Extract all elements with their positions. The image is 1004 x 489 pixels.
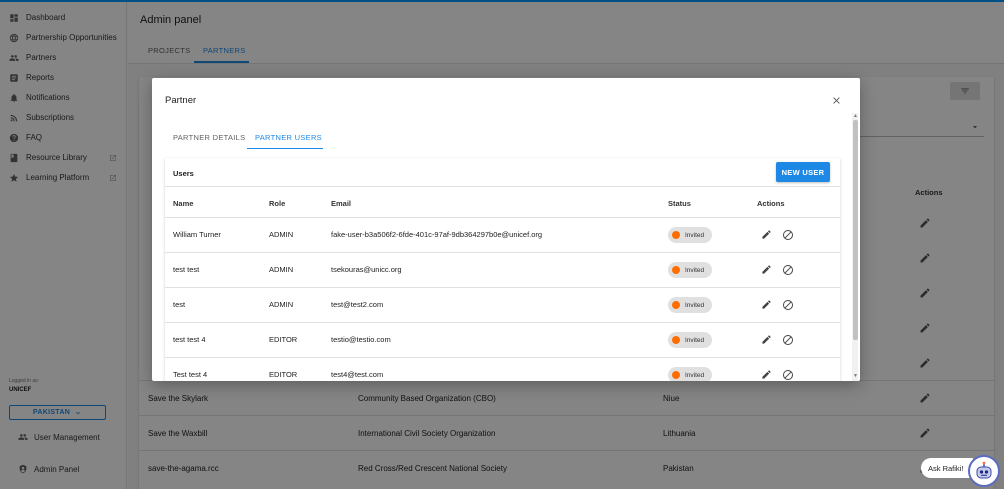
- scroll-down-arrow-icon[interactable]: ▼: [853, 374, 858, 379]
- user-email: tsekouras@unicc.org: [331, 265, 402, 274]
- user-name: test test: [173, 265, 200, 274]
- table-row: Test test 4 EDITOR test4@test.com Invite…: [165, 357, 840, 381]
- status-badge: Invited: [668, 297, 713, 313]
- table-row: test test 4 EDITOR testio@testio.com Inv…: [165, 322, 840, 357]
- edit-user-button[interactable]: [761, 299, 772, 310]
- pencil-icon: [762, 300, 771, 309]
- column-header-email: Email: [331, 199, 352, 208]
- user-email: testio@testio.com: [331, 335, 391, 344]
- user-role: ADMIN: [269, 265, 294, 274]
- column-header-actions: Actions: [757, 199, 785, 208]
- column-header-name: Name: [173, 199, 194, 208]
- divider: [165, 186, 840, 187]
- deactivate-user-button[interactable]: [782, 369, 794, 381]
- deactivate-user-button[interactable]: [782, 334, 794, 346]
- user-role: EDITOR: [269, 335, 298, 344]
- status-label: Invited: [685, 231, 705, 239]
- user-name: test: [173, 300, 186, 309]
- status-label: Invited: [685, 371, 705, 379]
- ask-rafiki-label: Ask Rafiki!: [928, 463, 964, 473]
- user-role: ADMIN: [269, 230, 294, 239]
- active-tab-indicator: [247, 148, 323, 149]
- robot-icon: [976, 461, 992, 479]
- partner-dialog: Partner PARTNER DETAILS PARTNER USERS Us…: [152, 78, 860, 381]
- user-name: test test 4: [173, 335, 206, 344]
- table-row: test test ADMIN tsekouras@unicc.org Invi…: [165, 252, 840, 287]
- close-button[interactable]: [831, 95, 842, 106]
- block-icon: [783, 265, 793, 275]
- status-badge: Invited: [668, 332, 713, 348]
- pencil-icon: [762, 230, 771, 239]
- ask-rafiki-button[interactable]: Ask Rafiki!: [921, 458, 973, 478]
- status-label: Invited: [685, 266, 705, 274]
- rafiki-bot-avatar[interactable]: [968, 455, 1000, 487]
- status-dot-icon: [672, 231, 680, 239]
- scrollbar-thumb[interactable]: [853, 120, 858, 340]
- user-email: fake-user-b3a506f2-6fde-401c-97af-9db364…: [331, 230, 543, 239]
- status-badge: Invited: [668, 367, 713, 381]
- user-email: test4@test.com: [331, 370, 384, 379]
- user-name: William Turner: [173, 230, 221, 239]
- deactivate-user-button[interactable]: [782, 299, 794, 311]
- deactivate-user-button[interactable]: [782, 229, 794, 241]
- pencil-icon: [762, 265, 771, 274]
- status-dot-icon: [672, 301, 680, 309]
- status-badge: Invited: [668, 227, 713, 243]
- table-row: William Turner ADMIN fake-user-b3a506f2-…: [165, 217, 840, 252]
- block-icon: [783, 335, 793, 345]
- edit-user-button[interactable]: [761, 334, 772, 345]
- edit-user-button[interactable]: [761, 369, 772, 380]
- edit-user-button[interactable]: [761, 264, 772, 275]
- column-header-status: Status: [668, 199, 691, 208]
- block-icon: [783, 230, 793, 240]
- status-badge: Invited: [668, 262, 713, 278]
- edit-user-button[interactable]: [761, 229, 772, 240]
- deactivate-user-button[interactable]: [782, 264, 794, 276]
- pencil-icon: [762, 335, 771, 344]
- status-dot-icon: [672, 371, 680, 379]
- user-role: EDITOR: [269, 370, 298, 379]
- users-section-title: Users: [173, 169, 194, 178]
- close-icon: [833, 97, 840, 104]
- tab-partner-details[interactable]: PARTNER DETAILS: [173, 133, 245, 142]
- new-user-button[interactable]: NEW USER: [776, 162, 830, 182]
- scroll-up-arrow-icon[interactable]: ▲: [853, 114, 858, 119]
- block-icon: [783, 370, 793, 380]
- table-row: test ADMIN test@test2.com Invited: [165, 287, 840, 322]
- tab-partner-users[interactable]: PARTNER USERS: [255, 133, 322, 142]
- status-label: Invited: [685, 301, 705, 309]
- block-icon: [783, 300, 793, 310]
- dialog-title: Partner: [165, 95, 197, 106]
- users-card: Users NEW USER Name Role Email Status Ac…: [165, 158, 840, 381]
- user-email: test@test2.com: [331, 300, 384, 309]
- status-label: Invited: [685, 336, 705, 344]
- user-name: Test test 4: [173, 370, 208, 379]
- user-role: ADMIN: [269, 300, 294, 309]
- status-dot-icon: [672, 266, 680, 274]
- column-header-role: Role: [269, 199, 286, 208]
- pencil-icon: [762, 370, 771, 379]
- status-dot-icon: [672, 336, 680, 344]
